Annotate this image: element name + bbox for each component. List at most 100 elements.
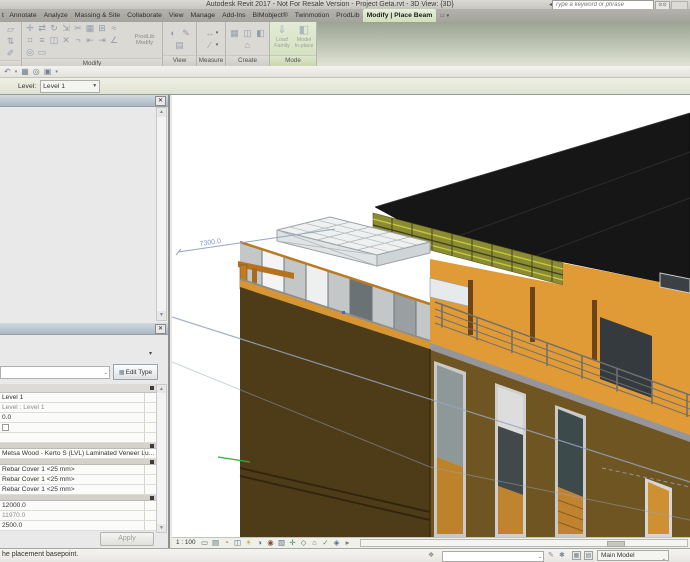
property-row[interactable]: 12000.0 bbox=[0, 501, 156, 511]
expand-icon[interactable] bbox=[150, 496, 154, 500]
close-icon[interactable]: ✕ bbox=[155, 96, 166, 106]
line-icon[interactable]: ▭ bbox=[36, 46, 48, 58]
pin-icon[interactable]: ≡ bbox=[36, 34, 48, 46]
placement-level-combo[interactable]: Level 1 ▼ bbox=[40, 80, 100, 93]
dimension-icon[interactable]: ∕ bbox=[204, 39, 216, 51]
temporary-hide-icon[interactable]: ✛ bbox=[288, 538, 297, 548]
analytical-model-icon[interactable]: ◈ bbox=[332, 538, 341, 548]
docked-panel-upper-header[interactable]: ✕ bbox=[0, 95, 168, 107]
tab-manage[interactable]: Manage bbox=[187, 9, 219, 22]
section-marker-icon[interactable] bbox=[150, 386, 154, 390]
property-row[interactable]: 2500.0 bbox=[0, 521, 156, 531]
detail-level-icon[interactable]: ▭ bbox=[200, 538, 209, 548]
array-icon[interactable]: ▦ bbox=[84, 22, 96, 34]
snap-icon[interactable]: ◎ bbox=[24, 46, 36, 58]
measure-caret-icon[interactable]: ▾ bbox=[216, 30, 219, 36]
model-in-place-button[interactable]: ◧ Model In-place bbox=[295, 24, 314, 55]
create-assembly-icon[interactable]: ⌂ bbox=[242, 39, 254, 51]
filter-icon[interactable]: ✱ bbox=[559, 551, 565, 559]
properties-header[interactable]: ✕ bbox=[0, 323, 168, 335]
copy-icon[interactable]: ⇄ bbox=[36, 22, 48, 34]
3d-view[interactable]: 7300.0 bbox=[172, 95, 690, 537]
more-icon[interactable]: ▸ bbox=[343, 538, 352, 548]
beam-system-icon[interactable]: ◧ bbox=[255, 27, 267, 39]
align-icon[interactable]: ⊞ bbox=[96, 22, 108, 34]
create-group-icon[interactable]: ▦ bbox=[229, 27, 241, 39]
scroll-down-icon[interactable]: ▼ bbox=[157, 524, 166, 532]
view-scale-button[interactable]: 1 : 100 bbox=[176, 539, 196, 546]
property-row[interactable]: Rebar Cover 1 <25 mm> bbox=[0, 465, 156, 475]
property-row[interactable]: Level 1 bbox=[0, 393, 156, 403]
property-row[interactable]: Level : Level 1 bbox=[0, 403, 156, 413]
mirror-icon[interactable]: ⇲ bbox=[60, 22, 72, 34]
load-family-button[interactable]: ⇓ Load Family bbox=[273, 24, 292, 55]
tab-massing-site[interactable]: Massing & Site bbox=[71, 9, 123, 22]
select-tool-icon[interactable]: ▱ bbox=[5, 23, 17, 35]
render-icon[interactable]: ☀ bbox=[244, 538, 253, 548]
dimension-caret-icon[interactable]: ▾ bbox=[216, 42, 219, 48]
undo-caret-icon[interactable]: ▾ bbox=[15, 67, 18, 77]
tab-analyze[interactable]: Analyze bbox=[40, 9, 71, 22]
property-row[interactable]: 11970.0 bbox=[0, 511, 156, 521]
constraints-icon[interactable]: ✓ bbox=[321, 538, 330, 548]
measure-icon[interactable]: ↔ bbox=[204, 27, 216, 39]
scale-icon[interactable]: ◫ bbox=[48, 34, 60, 46]
grid-toggle-icon[interactable]: ▦ bbox=[21, 67, 29, 77]
reveal-hidden-icon[interactable]: ◇ bbox=[299, 538, 308, 548]
property-row-checkbox[interactable] bbox=[0, 423, 156, 433]
expand-icon[interactable] bbox=[150, 444, 154, 448]
tab-bimobject[interactable]: BIMobject® bbox=[249, 9, 291, 22]
tab-twinmotion[interactable]: Twinmotion bbox=[291, 9, 332, 22]
scroll-up-icon[interactable]: ▲ bbox=[157, 108, 166, 117]
move-icon[interactable]: ✛ bbox=[24, 22, 36, 34]
sheet-icon[interactable]: ▣ bbox=[44, 67, 52, 77]
ribbon-minimize-caret-icon[interactable]: ▾ bbox=[447, 13, 450, 19]
property-row[interactable]: 0.0 bbox=[0, 413, 156, 423]
sun-path-icon[interactable]: ◔ bbox=[222, 538, 231, 548]
edit-type-button[interactable]: ▦ Edit Type bbox=[113, 364, 158, 380]
extend-left-icon[interactable]: ⇤ bbox=[84, 34, 96, 46]
property-row[interactable] bbox=[0, 433, 156, 443]
exclude-options-toggle[interactable]: ▦ bbox=[572, 551, 581, 560]
property-row[interactable]: Metsa Wood - Kerto S (LVL) Laminated Ven… bbox=[0, 449, 156, 459]
trim-icon[interactable]: ✂ bbox=[72, 22, 84, 34]
extend-right-icon[interactable]: ⇥ bbox=[96, 34, 108, 46]
edit-tool-icon[interactable]: ✐ bbox=[5, 47, 17, 59]
ribbon-cycle-icon[interactable]: ▭ bbox=[440, 13, 445, 19]
lock-view-icon[interactable]: ▧ bbox=[277, 538, 286, 548]
type-search-combo[interactable]: ⌄ bbox=[0, 366, 110, 379]
type-selector-caret-icon[interactable]: ▾ bbox=[149, 350, 152, 357]
paste-tool-icon[interactable]: ⇅ bbox=[5, 35, 17, 47]
editable-only-icon[interactable]: ✎ bbox=[548, 551, 554, 559]
create-similar-icon[interactable]: ◫ bbox=[242, 27, 254, 39]
expand-icon[interactable] bbox=[150, 460, 154, 464]
show-crop-region-icon[interactable]: ◉ bbox=[266, 538, 275, 548]
design-option-combo[interactable]: Main Model ⌄ bbox=[597, 550, 669, 561]
view-edit-icon[interactable]: ✎ bbox=[180, 27, 192, 39]
view-visibility-icon[interactable]: ◐ bbox=[167, 27, 179, 39]
prodlib-modify-button[interactable]: ProdLib Modify bbox=[128, 22, 161, 58]
shadows-icon[interactable]: ◫ bbox=[233, 538, 242, 548]
drawing-area[interactable]: 7300.0 bbox=[172, 95, 690, 537]
view-window-icon[interactable]: ▤ bbox=[174, 39, 186, 51]
tab-prodlib[interactable]: ProdLib bbox=[333, 9, 363, 22]
undo-icon[interactable]: ↶ bbox=[4, 67, 11, 77]
upper-panel-scrollbar[interactable]: ▲ ▼ bbox=[156, 107, 167, 321]
property-row[interactable]: Rebar Cover 1 <25 mm> bbox=[0, 485, 156, 495]
corner-icon[interactable]: ∠ bbox=[108, 34, 120, 46]
property-row[interactable]: Rebar Cover 1 <25 mm> bbox=[0, 475, 156, 485]
apply-button[interactable]: Apply bbox=[100, 532, 154, 546]
checkbox[interactable] bbox=[2, 424, 9, 431]
workset-combo[interactable]: ⌄ bbox=[442, 551, 544, 562]
tab-annotate[interactable]: Annotate bbox=[6, 9, 40, 22]
demolish-icon[interactable]: ¬ bbox=[72, 34, 84, 46]
scroll-down-icon[interactable]: ▼ bbox=[157, 311, 166, 320]
crop-view-icon[interactable]: ◑ bbox=[255, 538, 264, 548]
delete-icon[interactable]: ✕ bbox=[60, 34, 72, 46]
select-toggle[interactable]: ▤ bbox=[584, 551, 593, 560]
visual-style-icon[interactable]: ▤ bbox=[211, 538, 220, 548]
tab-modify-place-beam[interactable]: Modify | Place Beam bbox=[363, 9, 436, 22]
scrollbar-thumb[interactable] bbox=[607, 541, 625, 547]
split-icon[interactable]: ⌗ bbox=[24, 34, 36, 46]
offset-icon[interactable]: ≈ bbox=[108, 22, 120, 34]
